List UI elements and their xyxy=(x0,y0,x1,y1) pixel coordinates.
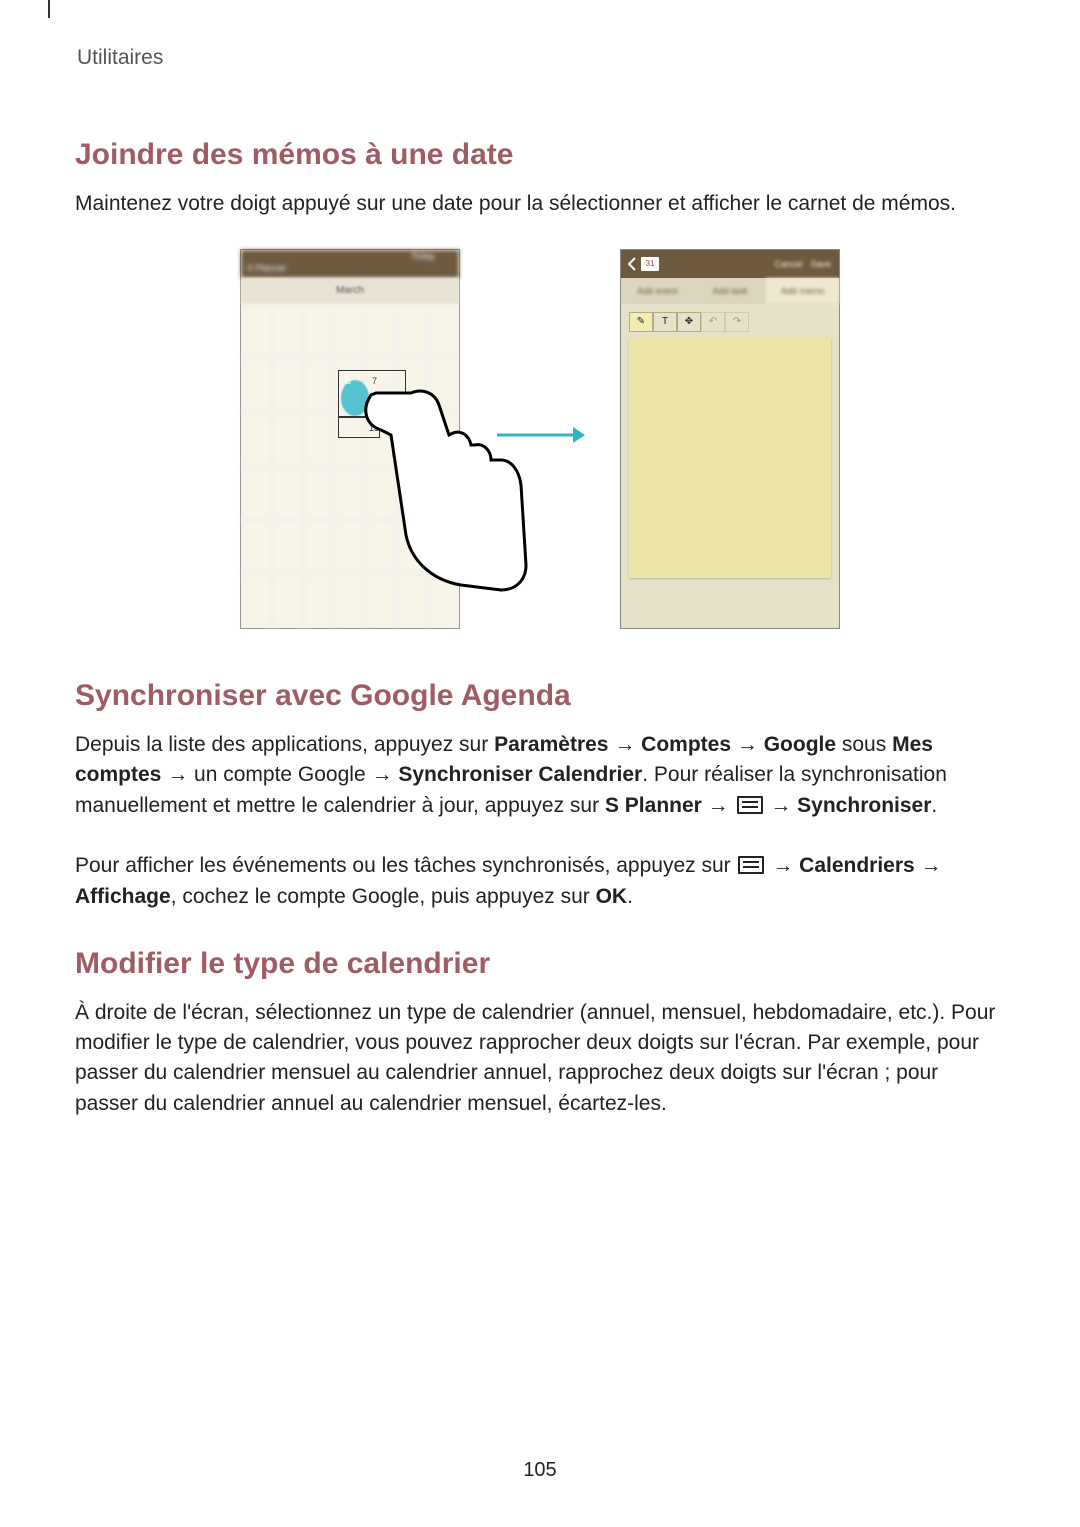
s2p1-a: Depuis la liste des applications, appuye… xyxy=(75,733,494,756)
section3-para: À droite de l'écran, sélectionnez un typ… xyxy=(75,998,1005,1120)
memo-toolbar: ✎ T ✥ ↶ ↷ xyxy=(629,312,749,330)
s2p1-c: Comptes xyxy=(641,733,731,756)
memo-date-badge: 31 xyxy=(641,257,659,271)
s2p2-f: . xyxy=(627,885,633,908)
section1-para: Maintenez votre doigt appuyé sur une dat… xyxy=(75,189,1005,219)
section-title-change-type: Modifier le type de calendrier xyxy=(75,942,1005,986)
s2p1-l: . xyxy=(931,794,937,817)
screenshot-calendar: S Planner Today March 6 7 13 xyxy=(240,249,460,629)
s2p2-c: Affichage xyxy=(75,885,171,908)
page-number: 105 xyxy=(0,1456,1080,1485)
screenshot-memo: 31 Cancel Save Add event Add task Add me… xyxy=(620,249,840,629)
s2p2-d: , cochez le compte Google, puis appuyez … xyxy=(171,885,596,908)
s2p2-ar2: → xyxy=(915,854,942,877)
s2p1-e: sous xyxy=(836,733,892,756)
cal-titlebar: S Planner Today xyxy=(241,250,459,278)
memo-save: Save xyxy=(810,258,831,271)
cal-month-header: March xyxy=(241,278,459,304)
breadcrumb: Utilitaires xyxy=(77,43,1005,73)
s2p2-e: OK xyxy=(596,885,628,908)
page-top-tick xyxy=(48,0,50,18)
memo-canvas xyxy=(629,338,831,578)
section-title-memo-date: Joindre des mémos à une date xyxy=(75,133,1005,177)
memo-bottom-bar xyxy=(621,592,839,628)
memo-cancel: Cancel xyxy=(774,258,802,271)
s2p1-h: Synchroniser Calendrier xyxy=(398,763,642,786)
s2p1-d: Google xyxy=(764,733,836,756)
memo-tab-task: Add task xyxy=(694,278,767,304)
back-icon xyxy=(627,257,637,271)
s2p1-j: S Planner xyxy=(605,794,702,817)
memo-tab-memo: Add memo xyxy=(766,278,839,304)
undo-icon: ↶ xyxy=(701,312,725,332)
s2p1-ar1: → xyxy=(609,733,642,756)
section2-p2: Pour afficher les événements ou les tâch… xyxy=(75,851,1005,912)
illustration-row: S Planner Today March 6 7 13 xyxy=(75,249,1005,629)
menu-icon-2 xyxy=(738,856,764,874)
s2p2-a: Pour afficher les événements ou les tâch… xyxy=(75,854,736,877)
s2p1-b: Paramètres xyxy=(494,733,608,756)
s2p1-ar4: → xyxy=(765,794,798,817)
section-title-google-sync: Synchroniser avec Google Agenda xyxy=(75,674,1005,718)
memo-tabs: Add event Add task Add memo xyxy=(621,278,839,304)
s2p1-k: Synchroniser xyxy=(797,794,931,817)
s2p2-ar1: → xyxy=(766,854,799,877)
redo-icon: ↷ xyxy=(725,312,749,332)
cal-month-label: March xyxy=(241,278,459,304)
text-tool-icon: T xyxy=(653,312,677,332)
eraser-icon: ✥ xyxy=(677,312,701,332)
s2p1-ar2: → xyxy=(731,733,764,756)
menu-icon xyxy=(737,796,763,814)
memo-tab-event: Add event xyxy=(621,278,694,304)
hand-icon xyxy=(351,385,531,604)
pen-icon: ✎ xyxy=(629,312,653,332)
s2p1-g: → un compte Google → xyxy=(161,763,398,786)
section2-p1: Depuis la liste des applications, appuye… xyxy=(75,730,1005,821)
memo-titlebar: 31 Cancel Save xyxy=(621,250,839,278)
cal-today-btn: Today xyxy=(411,250,435,263)
cal-title: S Planner xyxy=(247,263,287,273)
s2p1-ar3: → xyxy=(702,794,735,817)
s2p2-b: Calendriers xyxy=(799,854,915,877)
